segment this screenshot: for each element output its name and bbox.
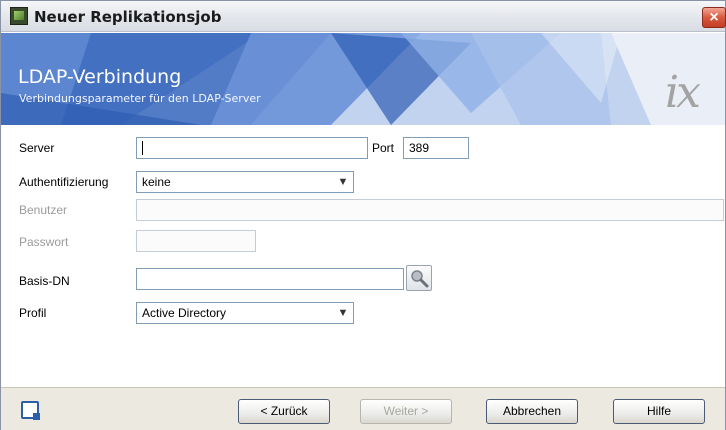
window-restore-icon[interactable] xyxy=(21,401,40,420)
auth-label: Authentifizierung xyxy=(19,175,109,189)
profile-select[interactable]: Active Directory ▼ xyxy=(136,302,354,324)
window-title: Neuer Replikationsjob xyxy=(34,8,222,26)
chevron-down-icon: ▼ xyxy=(337,307,349,319)
profile-select-value: Active Directory xyxy=(142,306,227,320)
text-caret xyxy=(142,141,143,155)
profile-label: Profil xyxy=(19,306,47,320)
password-label: Passwort xyxy=(19,235,69,249)
header-banner: LDAP-Verbindung Verbindungsparameter für… xyxy=(1,33,725,125)
chevron-down-icon: ▼ xyxy=(337,176,349,188)
user-input[interactable] xyxy=(136,199,724,221)
server-input[interactable] xyxy=(136,137,368,159)
help-button[interactable]: Hilfe xyxy=(613,399,705,424)
dialog-window: Neuer Replikationsjob × LDAP-Verbindung … xyxy=(0,0,726,430)
auth-select-value: keine xyxy=(142,175,171,189)
basedn-input[interactable] xyxy=(136,268,404,290)
next-button[interactable]: Weiter > xyxy=(360,399,452,424)
password-input[interactable] xyxy=(136,230,256,252)
port-input[interactable]: 389 xyxy=(403,137,469,159)
cancel-button[interactable]: Abbrechen xyxy=(486,399,578,424)
server-label: Server xyxy=(19,141,55,155)
basedn-search-button[interactable] xyxy=(406,265,432,291)
banner-title: LDAP-Verbindung xyxy=(18,66,182,88)
close-button[interactable]: × xyxy=(702,7,726,28)
auth-select[interactable]: keine ▼ xyxy=(136,171,354,193)
port-label: Port xyxy=(372,141,395,155)
search-icon xyxy=(411,270,429,288)
banner-subtitle: Verbindungsparameter für den LDAP-Server xyxy=(19,92,261,105)
basedn-label: Basis-DN xyxy=(19,274,70,288)
app-icon xyxy=(10,7,28,25)
user-label: Benutzer xyxy=(19,203,68,217)
title-bar: Neuer Replikationsjob × xyxy=(1,1,726,32)
ix-logo: ix xyxy=(665,67,701,118)
back-button[interactable]: < Zurück xyxy=(238,399,330,424)
